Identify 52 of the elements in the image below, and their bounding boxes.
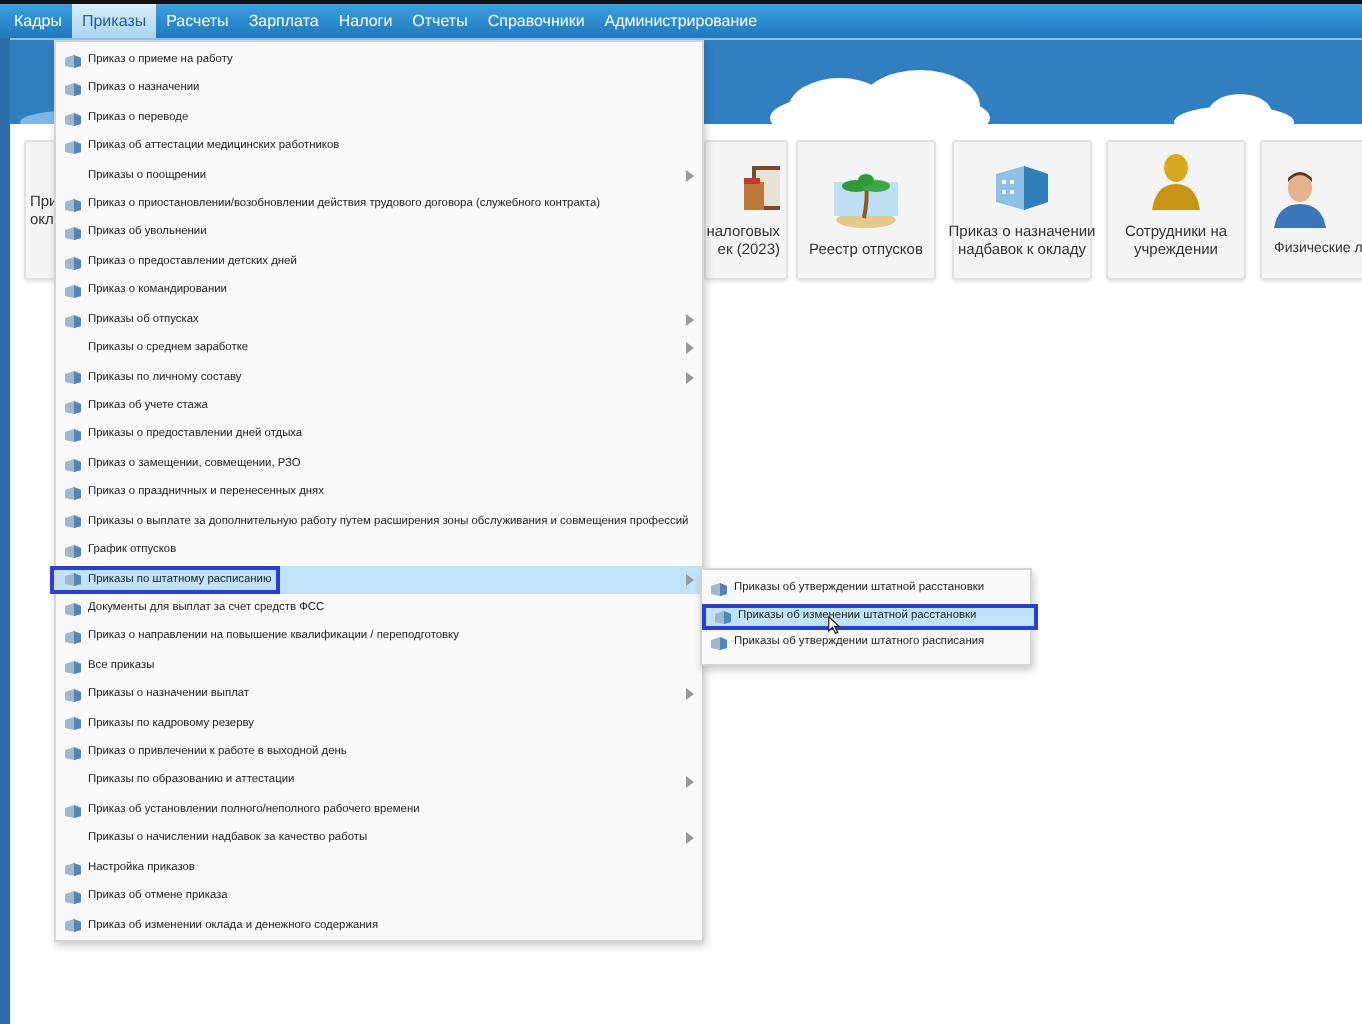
- person-icon: [1274, 168, 1326, 228]
- submenu-arrow-icon: [686, 775, 694, 788]
- document-icon: [64, 716, 82, 731]
- document-icon: [64, 197, 82, 212]
- document-icon: [64, 889, 82, 904]
- document-icon: [64, 803, 82, 818]
- document-icon: [64, 659, 82, 674]
- palm-tree-icon: [834, 174, 898, 228]
- document-icon: [64, 139, 82, 154]
- person-icon: [1152, 154, 1200, 210]
- submenu-arrow-icon: [686, 832, 694, 845]
- document-icon: [64, 428, 82, 443]
- document-icon: [714, 609, 732, 624]
- menu-tab[interactable]: Расчеты: [156, 4, 239, 38]
- building-icon: [996, 166, 1048, 210]
- menu-tab[interactable]: Зарплата: [238, 4, 329, 38]
- document-icon: [64, 514, 82, 529]
- submenu-arrow-icon: [686, 688, 694, 701]
- menu-tab[interactable]: Кадры: [4, 4, 72, 38]
- menu-tab[interactable]: Приказы: [71, 4, 157, 38]
- document-icon: [64, 284, 82, 299]
- submenu-arrow-icon: [686, 169, 694, 182]
- document-icon: [64, 486, 82, 501]
- document-icon: [64, 457, 82, 472]
- submenu-arrow-icon: [686, 371, 694, 384]
- document-icon: [64, 572, 82, 587]
- document-icon: [710, 636, 728, 651]
- submenu-arrow-icon: [686, 313, 694, 326]
- document-icon: [64, 918, 82, 933]
- document-icon: [64, 111, 82, 126]
- document-icon: [64, 861, 82, 876]
- document-icon: [64, 399, 82, 414]
- document-icon: [64, 255, 82, 270]
- document-icon: [64, 370, 82, 385]
- submenu-arrow-icon: [686, 342, 694, 355]
- menu-tab[interactable]: Налоги: [328, 4, 403, 38]
- document-icon: [64, 226, 82, 241]
- menu-tab[interactable]: Администрирование: [594, 4, 768, 38]
- cursor-icon: [828, 616, 840, 634]
- document-icon: [64, 687, 82, 702]
- submenu-arrow-icon: [686, 573, 694, 586]
- menu-tab[interactable]: Справочники: [477, 4, 595, 38]
- document-icon: [64, 630, 82, 645]
- book-icon: [744, 166, 780, 210]
- menu-tab[interactable]: Отчеты: [402, 4, 478, 38]
- document-icon: [64, 745, 82, 760]
- document-icon: [64, 313, 82, 327]
- document-icon: [710, 582, 728, 597]
- document-icon: [64, 601, 82, 616]
- document-icon: [64, 53, 82, 68]
- document-icon: [64, 82, 82, 97]
- document-icon: [64, 543, 82, 558]
